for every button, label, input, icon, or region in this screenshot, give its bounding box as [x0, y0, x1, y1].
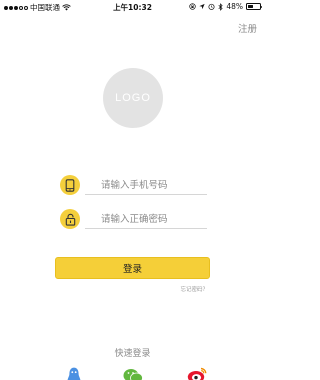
- forgot-password-link[interactable]: 忘记密码？: [180, 285, 208, 293]
- login-button[interactable]: 登录: [55, 257, 210, 279]
- phone-field-row: [60, 175, 208, 197]
- status-bar: 中国联通 上午10:32 48%: [0, 0, 265, 14]
- password-field-row: [60, 209, 208, 231]
- phone-number-input[interactable]: [85, 177, 207, 195]
- qq-icon[interactable]: [66, 367, 82, 380]
- phone-icon: [60, 175, 80, 195]
- alarm-clock-icon: [208, 3, 215, 10]
- weibo-icon[interactable]: [187, 367, 207, 380]
- location-arrow-icon: [199, 3, 205, 10]
- battery-percent: 48%: [226, 2, 243, 11]
- bluetooth-icon: [218, 2, 223, 11]
- wechat-icon[interactable]: [123, 367, 143, 380]
- battery-icon: [246, 3, 263, 10]
- status-right: 48%: [189, 2, 263, 11]
- password-input[interactable]: [85, 211, 207, 229]
- lock-icon: [60, 209, 80, 229]
- logo-text: LOGO: [115, 92, 151, 104]
- rotation-lock-icon: [189, 3, 196, 10]
- logo-placeholder: LOGO: [103, 68, 163, 128]
- battery-fill: [247, 4, 254, 9]
- quick-login-title: 快速登录: [114, 349, 151, 359]
- register-link[interactable]: 注册: [238, 21, 257, 35]
